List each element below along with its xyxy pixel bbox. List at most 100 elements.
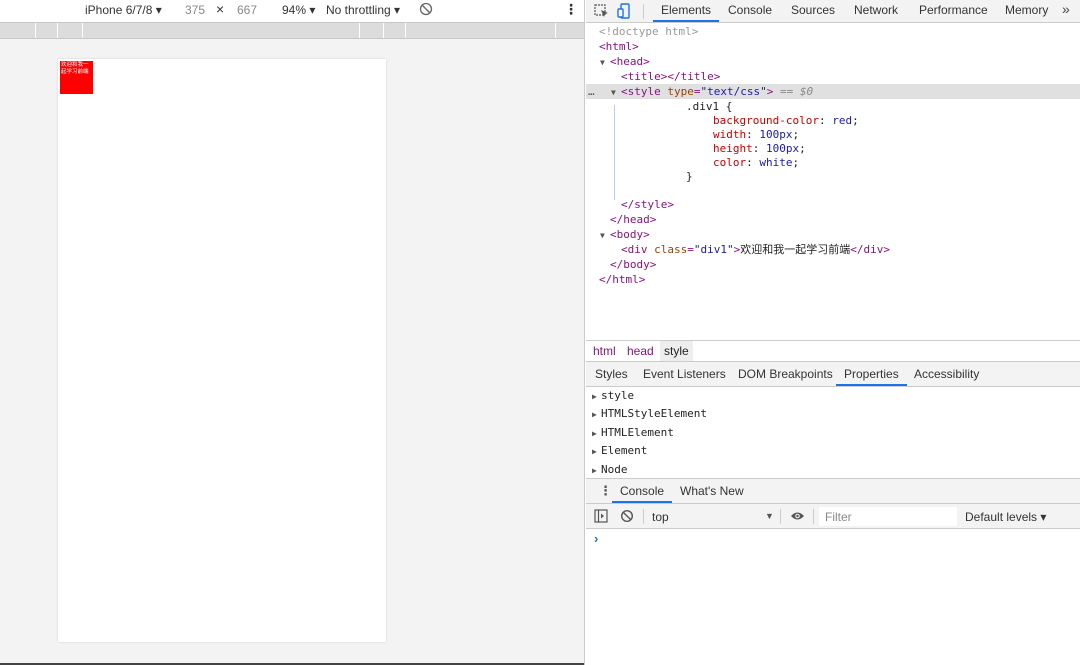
expand-triangle-icon[interactable]: ▼ xyxy=(600,55,610,70)
tab-sources[interactable]: Sources xyxy=(791,0,835,22)
dom-line-doctype[interactable]: <!doctype html> xyxy=(586,24,1080,39)
subtab-dom-breakpoints[interactable]: DOM Breakpoints xyxy=(738,362,833,386)
dom-line-body[interactable]: ▼ <body> xyxy=(586,227,1080,242)
viewport-width-field[interactable]: 375 xyxy=(185,3,205,17)
style-attr-value: "text/css" xyxy=(700,85,767,98)
zoom-select[interactable]: 94% ▾ xyxy=(282,3,315,17)
toolbar-separator xyxy=(813,509,814,524)
console-prompt-chevron-icon[interactable]: › xyxy=(594,531,598,546)
filter-input[interactable] xyxy=(819,507,957,526)
device-toolbar: iPhone 6/7/8 ▾ 375 × 667 94% ▾ No thrott… xyxy=(0,0,584,22)
device-select[interactable]: iPhone 6/7/8 ▾ xyxy=(85,3,162,17)
expand-triangle-icon[interactable]: ▼ xyxy=(611,85,621,100)
dom-line-title[interactable]: <title></title> xyxy=(586,69,1080,84)
expand-triangle-icon[interactable]: ▶ xyxy=(592,388,601,406)
breadcrumb-style[interactable]: style xyxy=(660,341,693,361)
media-query-segment[interactable] xyxy=(360,23,384,38)
css-rule-line: background-color: red; xyxy=(713,114,859,127)
throttling-select[interactable]: No throttling ▾ xyxy=(326,3,400,17)
css-close-brace: } xyxy=(686,170,693,183)
dom-line-style-selected[interactable]: … ▼ <style type="text/css"> == $0 xyxy=(586,84,1080,99)
red-div1-box: 欢迎和我一起学习前端 xyxy=(60,61,93,94)
doctype-text: <!doctype html> xyxy=(599,25,699,38)
css-value: white xyxy=(759,156,793,169)
style-tag-name: style xyxy=(627,85,661,98)
property-label: style xyxy=(601,389,635,402)
dom-line-body-close[interactable]: </body> xyxy=(586,257,1080,272)
body-open-tag: <body> xyxy=(610,228,650,241)
property-item[interactable]: ▶ HTMLElement xyxy=(592,424,674,442)
expand-triangle-icon[interactable]: ▶ xyxy=(592,406,601,424)
ellipsis-icon[interactable]: … xyxy=(588,84,595,99)
media-query-segment[interactable] xyxy=(406,23,556,38)
breadcrumb-head[interactable]: head xyxy=(623,341,658,361)
subtab-properties[interactable]: Properties xyxy=(836,362,907,386)
tab-console[interactable]: Console xyxy=(728,0,772,22)
tab-network[interactable]: Network xyxy=(854,0,898,22)
eye-icon[interactable] xyxy=(790,510,804,524)
dom-line-html-close[interactable]: </html> xyxy=(586,272,1080,287)
dom-line-html[interactable]: <html> xyxy=(586,39,1080,54)
rotate-icon[interactable] xyxy=(419,2,433,19)
style-attr-name: type xyxy=(667,85,694,98)
css-rule-line: height: 100px; xyxy=(713,142,806,155)
div-attr-name: class xyxy=(654,243,688,256)
css-property: color xyxy=(713,156,747,169)
drawer-menu-icon[interactable]: ⋮ xyxy=(599,483,612,499)
div-close-tag: </div> xyxy=(850,243,890,256)
property-item[interactable]: ▶ Node xyxy=(592,461,628,479)
property-item[interactable]: ▶ HTMLStyleElement xyxy=(592,405,707,423)
media-query-segment[interactable] xyxy=(36,23,58,38)
drawer-tab-console[interactable]: Console xyxy=(612,479,673,503)
css-selector-line: .div1 { xyxy=(586,99,1080,114)
expand-triangle-icon[interactable]: ▶ xyxy=(592,443,601,461)
css-property: width xyxy=(713,128,747,141)
toolbar-separator xyxy=(643,509,644,524)
device-toggle-icon[interactable] xyxy=(616,2,634,20)
devtools-panel: Elements Console Sources Network Perform… xyxy=(586,0,1080,665)
media-query-bar[interactable] xyxy=(0,22,584,39)
media-query-segment[interactable] xyxy=(384,23,406,38)
property-label: HTMLElement xyxy=(601,426,674,439)
subtab-event-listeners[interactable]: Event Listeners xyxy=(643,362,726,386)
dom-line-div[interactable]: <div class="div1">欢迎和我一起学习前端</div> xyxy=(586,242,1080,257)
more-tabs-chevron-icon[interactable]: » xyxy=(1062,1,1070,17)
breadcrumb-html[interactable]: html xyxy=(589,341,620,361)
dimension-separator: × xyxy=(216,1,225,17)
toolbar-separator xyxy=(780,509,781,524)
emulated-viewport: 欢迎和我一起学习前端 xyxy=(58,59,386,642)
expand-triangle-icon[interactable]: ▶ xyxy=(592,425,601,443)
sidebar-subtabs: Styles Event Listeners DOM Breakpoints P… xyxy=(586,362,1080,387)
head-close-tag: </head> xyxy=(610,213,657,226)
tab-elements[interactable]: Elements xyxy=(653,0,720,22)
context-select[interactable]: top xyxy=(652,510,669,524)
property-item[interactable]: ▶ Element xyxy=(592,442,647,460)
more-options-icon[interactable]: ⋮ xyxy=(564,1,578,18)
title-close-tag: </title> xyxy=(667,70,721,83)
sidebar-toggle-icon[interactable] xyxy=(594,509,608,523)
caret-down-icon[interactable]: ▼ xyxy=(765,511,774,521)
log-levels-select[interactable]: Default levels ▾ xyxy=(965,510,1046,524)
media-query-segment[interactable] xyxy=(58,23,83,38)
property-item[interactable]: ▶ style xyxy=(592,387,634,405)
media-query-segment[interactable] xyxy=(0,23,36,38)
devtools-tabbar: Elements Console Sources Network Perform… xyxy=(586,0,1080,23)
dom-line-style-close[interactable]: </style> xyxy=(586,197,1080,212)
tab-memory[interactable]: Memory xyxy=(1005,0,1048,22)
selected-node-marker: == $0 xyxy=(779,85,814,98)
subtab-styles[interactable]: Styles xyxy=(595,362,628,386)
dom-line-head[interactable]: ▼ <head> xyxy=(586,54,1080,69)
dom-line-head-close[interactable]: </head> xyxy=(586,212,1080,227)
tab-performance[interactable]: Performance xyxy=(919,0,988,22)
clear-console-icon[interactable] xyxy=(620,509,634,523)
console-output[interactable]: › xyxy=(586,529,1080,665)
properties-list: ▶ style ▶ HTMLStyleElement ▶ HTMLElement ▶ E… xyxy=(586,387,1080,478)
inspect-element-icon[interactable] xyxy=(593,2,611,20)
subtab-accessibility[interactable]: Accessibility xyxy=(914,362,979,386)
expand-triangle-icon[interactable]: ▼ xyxy=(600,228,610,243)
drawer-tab-whats-new[interactable]: What's New xyxy=(680,479,744,503)
media-query-segment[interactable] xyxy=(83,23,360,38)
viewport-height-field[interactable]: 667 xyxy=(237,3,257,17)
property-label: Node xyxy=(601,463,628,476)
css-close-line: } xyxy=(586,169,1080,184)
